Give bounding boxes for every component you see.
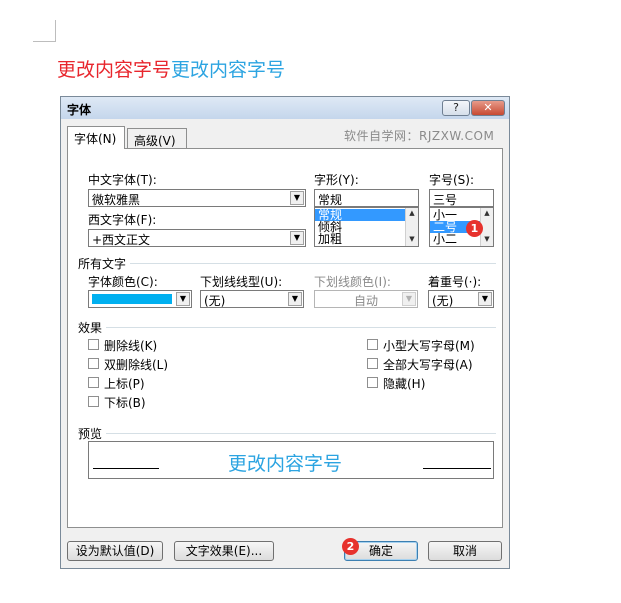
chinese-font-select[interactable]: 微软雅黑: [88, 189, 306, 207]
help-button[interactable]: ?: [442, 100, 470, 116]
style-option[interactable]: 加粗: [315, 233, 405, 245]
scroll-up-icon[interactable]: ▲: [481, 208, 493, 218]
all-text-section-title: 所有文字: [78, 257, 127, 271]
section-divider: [106, 433, 496, 434]
document-text-red: 更改内容字号: [57, 59, 172, 81]
underline-color-dropdown-icon: ▼: [402, 292, 416, 306]
tab-font[interactable]: 字体(N): [67, 126, 125, 149]
subscript-checkbox[interactable]: [88, 396, 99, 407]
superscript-checkbox[interactable]: [88, 377, 99, 388]
preview-section-title: 预览: [78, 427, 103, 441]
underline-color-value: 自动: [353, 294, 378, 308]
size-listbox[interactable]: 小一 二号 小二 ▲ ▼: [429, 207, 494, 247]
section-divider: [106, 327, 496, 328]
section-divider: [130, 263, 496, 264]
effects-section-title: 效果: [78, 321, 103, 335]
dialog-title: 字体: [67, 103, 92, 117]
size-value: 三号: [433, 193, 458, 207]
step-badge-2: 2: [342, 538, 359, 555]
chinese-font-dropdown-icon[interactable]: ▼: [290, 191, 304, 205]
hidden-checkbox[interactable]: [367, 377, 378, 388]
western-font-label: 西文字体(F):: [88, 213, 157, 227]
watermark-text: 软件自学网：RJZXW.COM: [344, 129, 495, 143]
style-listbox[interactable]: 常规 倾斜 加粗 ▲ ▼: [314, 207, 419, 247]
cursor-margin-mark: [55, 20, 56, 42]
double-strikethrough-checkbox[interactable]: [88, 358, 99, 369]
step-badge-1: 1: [466, 220, 483, 237]
western-font-value: +西文正文: [92, 233, 151, 247]
style-input[interactable]: 常规: [314, 189, 419, 207]
scroll-down-icon[interactable]: ▼: [481, 234, 493, 244]
document-text[interactable]: 更改内容字号更改内容字号: [57, 55, 285, 82]
underline-type-value: (无): [204, 294, 226, 308]
emphasis-value: (无): [432, 294, 454, 308]
font-tab-panel: 中文字体(T): 微软雅黑 ▼ 西文字体(F): +西文正文 ▼ 字形(Y): …: [67, 148, 503, 528]
page-corner-mark: [33, 41, 56, 42]
subscript-label[interactable]: 下标(B): [104, 394, 146, 411]
underline-color-label: 下划线颜色(I):: [314, 275, 391, 289]
font-dialog: 字体 ? ✕ 字体(N) 高级(V) 软件自学网：RJZXW.COM 中文字体(…: [60, 96, 510, 569]
preview-baseline-right: [423, 468, 491, 469]
font-color-swatch: [92, 294, 172, 304]
all-caps-label[interactable]: 全部大写字母(A): [383, 356, 473, 373]
font-color-label: 字体颜色(C):: [88, 275, 158, 289]
text-effects-button[interactable]: 文字效果(E)...: [174, 541, 274, 561]
size-label: 字号(S):: [429, 173, 475, 187]
set-default-button[interactable]: 设为默认值(D): [67, 541, 163, 561]
dialog-titlebar: 字体 ? ✕: [61, 97, 509, 119]
strikethrough-checkbox[interactable]: [88, 339, 99, 350]
western-font-dropdown-icon[interactable]: ▼: [290, 231, 304, 245]
double-strikethrough-label[interactable]: 双删除线(L): [104, 356, 168, 373]
close-button[interactable]: ✕: [471, 100, 505, 116]
tab-advanced[interactable]: 高级(V): [127, 128, 187, 149]
preview-sample-text: 更改内容字号: [228, 453, 343, 475]
underline-type-dropdown-icon[interactable]: ▼: [288, 292, 302, 306]
hidden-label[interactable]: 隐藏(H): [383, 375, 425, 392]
emphasis-label: 着重号(·):: [428, 275, 482, 289]
superscript-label[interactable]: 上标(P): [104, 375, 145, 392]
scroll-down-icon[interactable]: ▼: [406, 234, 418, 244]
style-value: 常规: [318, 193, 343, 207]
style-scrollbar[interactable]: ▲ ▼: [405, 208, 418, 246]
small-caps-label[interactable]: 小型大写字母(M): [383, 337, 475, 354]
style-label: 字形(Y):: [314, 173, 359, 187]
chinese-font-value: 微软雅黑: [92, 193, 141, 207]
chinese-font-label: 中文字体(T):: [88, 173, 157, 187]
western-font-select[interactable]: +西文正文: [88, 229, 306, 247]
document-text-blue: 更改内容字号: [171, 59, 286, 81]
emphasis-dropdown-icon[interactable]: ▼: [478, 292, 492, 306]
size-input[interactable]: 三号: [429, 189, 494, 207]
preview-box: 更改内容字号: [88, 441, 494, 479]
underline-type-label: 下划线线型(U):: [200, 275, 283, 289]
preview-baseline-left: [93, 468, 159, 469]
all-caps-checkbox[interactable]: [367, 358, 378, 369]
strikethrough-label[interactable]: 删除线(K): [104, 337, 157, 354]
scroll-up-icon[interactable]: ▲: [406, 208, 418, 218]
font-color-dropdown-icon[interactable]: ▼: [176, 292, 190, 306]
cancel-button[interactable]: 取消: [428, 541, 502, 561]
small-caps-checkbox[interactable]: [367, 339, 378, 350]
